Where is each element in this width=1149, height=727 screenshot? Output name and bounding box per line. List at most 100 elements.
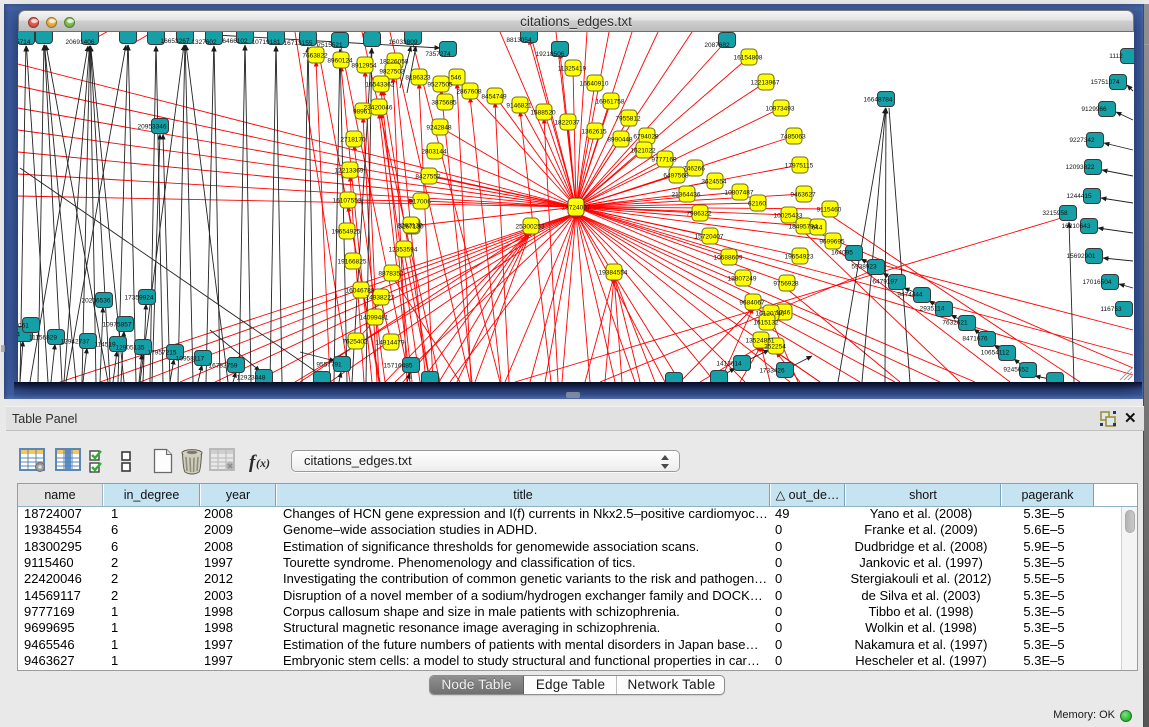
svg-text:164095: 164095 <box>831 250 853 257</box>
svg-text:16648784: 16648784 <box>864 97 893 104</box>
svg-text:20953346: 20953346 <box>138 124 167 131</box>
svg-text:16154808: 16154808 <box>734 55 763 62</box>
svg-text:2935114: 2935114 <box>920 306 945 313</box>
svg-text:10807487: 10807487 <box>725 190 754 197</box>
svg-text:20206536: 20206536 <box>82 298 111 305</box>
svg-text:8990448: 8990448 <box>607 137 633 144</box>
svg-text:11156829: 11156829 <box>29 335 57 342</box>
svg-text:8471676: 8471676 <box>962 336 988 343</box>
svg-text:2087682: 2087682 <box>704 42 730 49</box>
svg-text:9146821: 9146821 <box>506 103 532 110</box>
svg-text:1362615: 1362615 <box>581 129 607 136</box>
svg-text:9684067: 9684067 <box>739 300 765 307</box>
svg-text:16120746: 16120746 <box>756 311 785 318</box>
svg-text:7955812: 7955812 <box>615 116 641 123</box>
svg-text:2718170: 2718170 <box>340 137 366 144</box>
svg-text:12093822: 12093822 <box>1066 164 1095 171</box>
svg-text:1733426: 1733426 <box>759 368 785 375</box>
svg-text:10975857: 10975857 <box>103 322 132 329</box>
svg-text:10688609: 10688609 <box>714 255 743 262</box>
svg-text:17975115: 17975115 <box>785 163 814 170</box>
svg-text:15692901: 15692901 <box>1067 253 1096 260</box>
svg-text:16653267: 16653267 <box>161 38 190 45</box>
svg-text:7986322: 7986322 <box>686 211 712 218</box>
svg-text:10654112: 10654112 <box>981 350 1010 357</box>
svg-text:114519: 114519 <box>94 342 116 349</box>
svg-text:7515521: 7515521 <box>317 42 343 49</box>
svg-text:14914479: 14914479 <box>376 340 405 347</box>
svg-text:9463627: 9463627 <box>790 192 816 199</box>
svg-text:185061: 185061 <box>18 323 29 330</box>
svg-text:9756928: 9756928 <box>773 281 799 288</box>
svg-text:19654925: 19654925 <box>332 229 361 236</box>
svg-text:12353594: 12353594 <box>389 247 418 254</box>
svg-text:746266: 746266 <box>683 166 705 173</box>
svg-text:1588520: 1588520 <box>530 110 556 117</box>
svg-text:3215958: 3215958 <box>1042 210 1068 217</box>
svg-text:16640910: 16640910 <box>580 81 609 88</box>
svg-text:16782759: 16782759 <box>209 363 238 370</box>
svg-text:62160: 62160 <box>748 201 766 208</box>
svg-text:8878352: 8878352 <box>378 271 404 278</box>
svg-text:8454749: 8454749 <box>481 94 507 101</box>
svg-text:14055714: 14055714 <box>18 39 31 46</box>
svg-text:7632621: 7632621 <box>942 320 968 327</box>
svg-text:16961758: 16961758 <box>596 99 625 106</box>
svg-text:7663822: 7663822 <box>302 53 328 60</box>
svg-text:1621022: 1621022 <box>630 148 656 155</box>
svg-text:11325419: 11325419 <box>558 66 587 73</box>
svg-text:10973493: 10973493 <box>766 106 795 113</box>
svg-text:17016504: 17016504 <box>1083 279 1112 286</box>
svg-text:16210643: 16210643 <box>1062 223 1091 230</box>
svg-text:9227342: 9227342 <box>1069 137 1095 144</box>
svg-text:15720407: 15720407 <box>695 234 724 241</box>
svg-text:3624554: 3624554 <box>701 179 727 186</box>
svg-text:19384554: 19384554 <box>599 270 628 277</box>
svg-text:6794028: 6794028 <box>633 134 659 141</box>
svg-text:16046788: 16046788 <box>346 288 375 295</box>
svg-text:8960124: 8960124 <box>327 58 353 65</box>
svg-text:9527505: 9527505 <box>427 82 453 89</box>
svg-text:7357274: 7357274 <box>425 51 451 58</box>
svg-text:2867608: 2867608 <box>456 89 482 96</box>
svg-text:21364436: 21364436 <box>672 192 701 199</box>
svg-text:917006: 917006 <box>409 199 431 206</box>
svg-text:2803144: 2803144 <box>421 149 447 156</box>
svg-text:9242848: 9242848 <box>426 125 452 132</box>
svg-text:1112: 1112 <box>1109 53 1123 60</box>
svg-text:3875685: 3875685 <box>431 100 457 107</box>
svg-text:20691406: 20691406 <box>66 39 95 46</box>
svg-text:14099481: 14099481 <box>360 315 389 322</box>
svg-text:16543362: 16543362 <box>366 82 395 89</box>
svg-text:9699695: 9699695 <box>819 239 845 246</box>
svg-text:10025433: 10025433 <box>774 213 803 220</box>
svg-text:12905135: 12905135 <box>116 345 145 352</box>
svg-text:18807249: 18807249 <box>728 276 757 283</box>
svg-text:8186323: 8186323 <box>405 75 431 82</box>
svg-text:8267130: 8267130 <box>397 223 423 230</box>
svg-text:19654923: 19654923 <box>785 254 814 261</box>
svg-text:7625402: 7625402 <box>342 339 368 346</box>
svg-text:16033809: 16033809 <box>389 39 418 46</box>
svg-text:10719181: 10719181 <box>252 39 281 46</box>
svg-text:9557791: 9557791 <box>316 362 342 369</box>
svg-text:12213369: 12213369 <box>335 168 364 175</box>
svg-text:18724007: 18724007 <box>562 205 591 212</box>
svg-text:7485063: 7485063 <box>780 134 806 141</box>
svg-text:6497568: 6497568 <box>663 173 689 180</box>
svg-text:18226058: 18226058 <box>380 59 409 66</box>
svg-text:15751074: 15751074 <box>1091 79 1120 86</box>
svg-text:14938222: 14938222 <box>366 295 395 302</box>
svg-text:19218506: 19218506 <box>536 51 565 58</box>
svg-text:17957215: 17957215 <box>148 350 177 357</box>
svg-text:9115460: 9115460 <box>817 207 842 214</box>
svg-text:1244415: 1244415 <box>1066 193 1092 200</box>
svg-text:644: 644 <box>812 225 823 232</box>
svg-text:8813054: 8813054 <box>506 37 532 44</box>
svg-text:8427552: 8427552 <box>415 174 441 181</box>
svg-text:12942737: 12942737 <box>61 339 90 346</box>
svg-text:9777169: 9777169 <box>651 157 677 164</box>
svg-text:16107553: 16107553 <box>333 198 362 205</box>
svg-text:8912954: 8912954 <box>351 63 377 70</box>
svg-text:116753: 116753 <box>1100 306 1122 313</box>
